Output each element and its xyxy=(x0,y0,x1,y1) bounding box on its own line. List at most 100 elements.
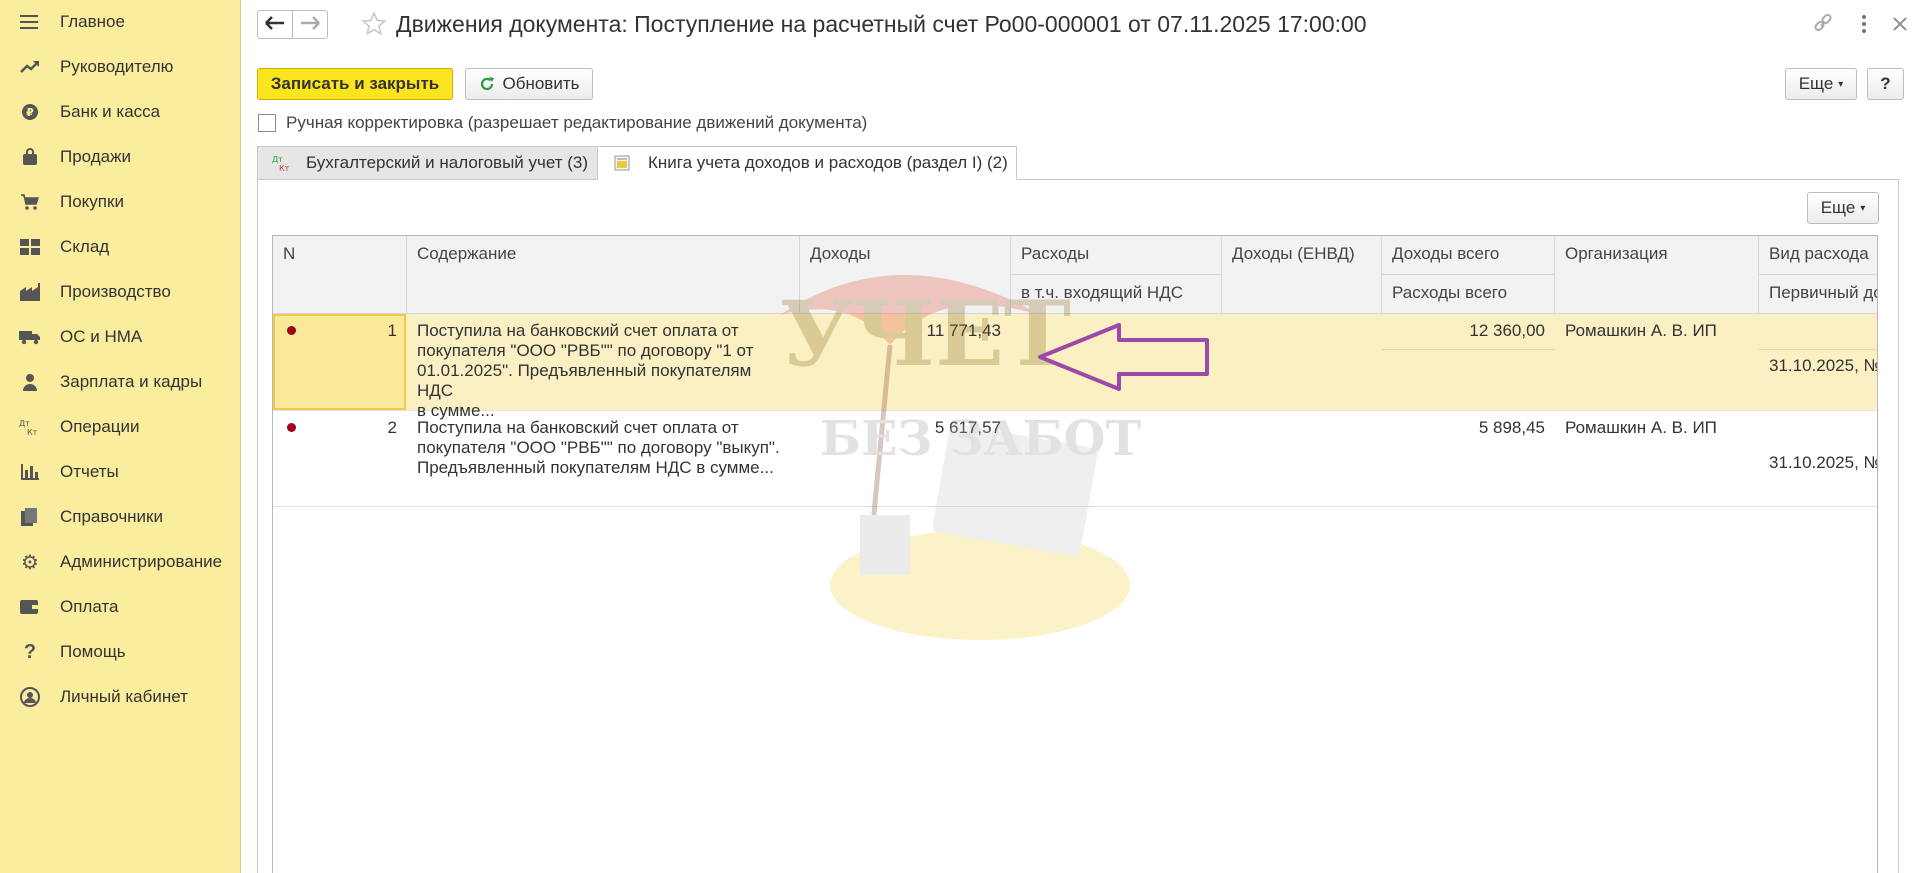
svg-text:Кт: Кт xyxy=(27,428,38,436)
sidebar-item-administration[interactable]: ⚙ Администрирование xyxy=(0,542,240,582)
menu-icon xyxy=(19,12,41,32)
column-header-income[interactable]: Доходы xyxy=(800,236,1011,314)
svg-text:Дт: Дт xyxy=(272,155,283,164)
more-label: Еще xyxy=(1820,198,1856,217)
column-header-organization[interactable]: Организация xyxy=(1555,236,1759,314)
manual-correction-row: Ручная корректировка (разрешает редактир… xyxy=(258,113,867,133)
sidebar-item-label: ОС и НМА xyxy=(60,327,143,346)
column-header-n[interactable]: N xyxy=(273,236,407,314)
table-row[interactable]: 2 Поступила на банковский счет оплата от… xyxy=(273,411,1878,507)
sidebar-item-payment[interactable]: Оплата xyxy=(0,587,240,627)
column-header-income-envd[interactable]: Доходы (ЕНВД) xyxy=(1222,236,1382,314)
sidebar-item-salary[interactable]: Зарплата и кадры xyxy=(0,362,240,402)
content-line: Предъявленный покупателям НДС в сумме... xyxy=(417,458,774,477)
tab-accounting[interactable]: Дт Кт Бухгалтерский и налоговый учет (3) xyxy=(257,146,598,180)
sidebar-item-reports[interactable]: Отчеты xyxy=(0,452,240,492)
sidebar-item-label: Отчеты xyxy=(60,462,119,481)
cell-primary-doc: 31.10.2025, № xyxy=(1769,356,1878,375)
refresh-button[interactable]: Обновить xyxy=(465,68,593,100)
manual-correction-checkbox[interactable] xyxy=(258,114,276,132)
cell-n: 2 xyxy=(387,418,397,437)
warehouse-icon xyxy=(19,237,41,257)
books-icon xyxy=(19,507,41,527)
person-icon xyxy=(19,372,41,392)
sidebar-item-fixed-assets[interactable]: ОС и НМА xyxy=(0,317,240,357)
sidebar-item-operations[interactable]: Дт Кт Операции xyxy=(0,407,240,447)
sidebar-item-label: Производство xyxy=(60,282,171,301)
sidebar-item-account[interactable]: Личный кабинет xyxy=(0,677,240,717)
back-button[interactable] xyxy=(257,10,293,39)
sidebar-item-label: Продажи xyxy=(60,147,131,166)
sidebar-item-sales[interactable]: Продажи xyxy=(0,137,240,177)
column-header-content[interactable]: Содержание xyxy=(407,236,800,314)
sidebar-item-label: Помощь xyxy=(60,642,126,661)
arrow-right-icon xyxy=(300,15,320,35)
sidebar-item-main[interactable]: Главное xyxy=(0,2,240,42)
sidebar-item-label: Склад xyxy=(60,237,110,256)
column-header-primary-doc[interactable]: Первичный до xyxy=(1759,275,1877,314)
cart-icon xyxy=(19,192,41,212)
truck-icon xyxy=(19,327,41,347)
content-line: покупателя "ООО "РВБ"" по договору "выку… xyxy=(417,438,780,457)
cell-income: 11 771,43 xyxy=(926,321,1001,340)
column-header-expense-type[interactable]: Вид расхода xyxy=(1759,236,1877,275)
content-line: Поступила на банковский счет оплата от xyxy=(417,418,739,437)
dropdown-caret-icon: ▾ xyxy=(1860,202,1866,214)
sidebar-item-label: Руководителю xyxy=(60,57,174,76)
sidebar-item-production[interactable]: Производство xyxy=(0,272,240,312)
sidebar-item-label: Операции xyxy=(60,417,140,436)
column-header-expenses-total[interactable]: Расходы всего xyxy=(1382,275,1555,314)
help-button[interactable]: ? xyxy=(1867,68,1904,100)
user-circle-icon xyxy=(19,687,41,707)
svg-text:₽: ₽ xyxy=(26,106,34,119)
sidebar-item-label: Главное xyxy=(60,12,125,31)
cell-organization: Ромашкин А. В. ИП xyxy=(1565,321,1717,340)
cell-primary-doc: 31.10.2025, № xyxy=(1769,453,1878,472)
close-icon[interactable] xyxy=(1888,12,1912,36)
column-header-incl-vat[interactable]: в т.ч. входящий НДС xyxy=(1011,275,1222,314)
content-line: 01.01.2025". Предъявленный покупателям Н… xyxy=(417,361,752,400)
bag-icon xyxy=(19,147,41,167)
refresh-icon xyxy=(479,76,495,92)
sidebar-item-label: Справочники xyxy=(60,507,163,526)
sidebar: Главное Руководителю ₽ Банк и касса Прод… xyxy=(0,0,241,873)
column-header-expenses[interactable]: Расходы xyxy=(1011,236,1222,275)
trend-icon xyxy=(19,57,41,77)
content-line: покупателя "ООО "РВБ"" по договору "1 от xyxy=(417,341,754,360)
svg-text:Дт: Дт xyxy=(19,419,30,428)
sidebar-item-label: Покупки xyxy=(60,192,124,211)
table-row[interactable]: 1 Поступила на банковский счет оплата от… xyxy=(273,314,1878,420)
cell-income-total: 5 898,45 xyxy=(1478,418,1545,437)
more-button[interactable]: Еще ▾ xyxy=(1785,68,1857,100)
more-label: Еще xyxy=(1798,74,1834,93)
arrow-left-icon xyxy=(265,15,285,35)
tab-label: Бухгалтерский и налоговый учет (3) xyxy=(306,153,589,172)
register-icon xyxy=(614,155,630,171)
sidebar-item-purchases[interactable]: Покупки xyxy=(0,182,240,222)
column-header-income-total[interactable]: Доходы всего xyxy=(1382,236,1555,275)
refresh-label: Обновить xyxy=(502,74,580,93)
sidebar-item-references[interactable]: Справочники xyxy=(0,497,240,537)
sidebar-item-warehouse[interactable]: Склад xyxy=(0,227,240,267)
sidebar-item-manager[interactable]: Руководителю xyxy=(0,47,240,87)
svg-text:Кт: Кт xyxy=(279,164,290,172)
sidebar-item-help[interactable]: ? Помощь xyxy=(0,632,240,672)
cell-n: 1 xyxy=(387,321,397,340)
link-icon[interactable] xyxy=(1811,12,1835,36)
question-icon: ? xyxy=(23,640,37,663)
dropdown-caret-icon: ▾ xyxy=(1838,78,1844,90)
factory-icon xyxy=(19,282,41,302)
forward-button[interactable] xyxy=(292,10,328,39)
tab-income-expense-book[interactable]: Книга учета доходов и расходов (раздел I… xyxy=(597,146,1017,180)
cell-divider xyxy=(1382,349,1555,350)
gear-icon: ⚙ xyxy=(21,551,39,574)
favorite-star-icon[interactable] xyxy=(361,11,387,37)
more-vertical-icon[interactable] xyxy=(1852,12,1876,36)
save-and-close-button[interactable]: Записать и закрыть xyxy=(257,68,453,100)
cell-content: Поступила на банковский счет оплата от п… xyxy=(407,411,800,485)
table-more-button[interactable]: Еще ▾ xyxy=(1807,192,1879,224)
sidebar-item-label: Администрирование xyxy=(60,552,223,571)
dt-kt-icon: Дт Кт xyxy=(19,417,41,437)
sidebar-item-bank[interactable]: ₽ Банк и касса xyxy=(0,92,240,132)
cell-income: 5 617,57 xyxy=(934,418,1001,437)
